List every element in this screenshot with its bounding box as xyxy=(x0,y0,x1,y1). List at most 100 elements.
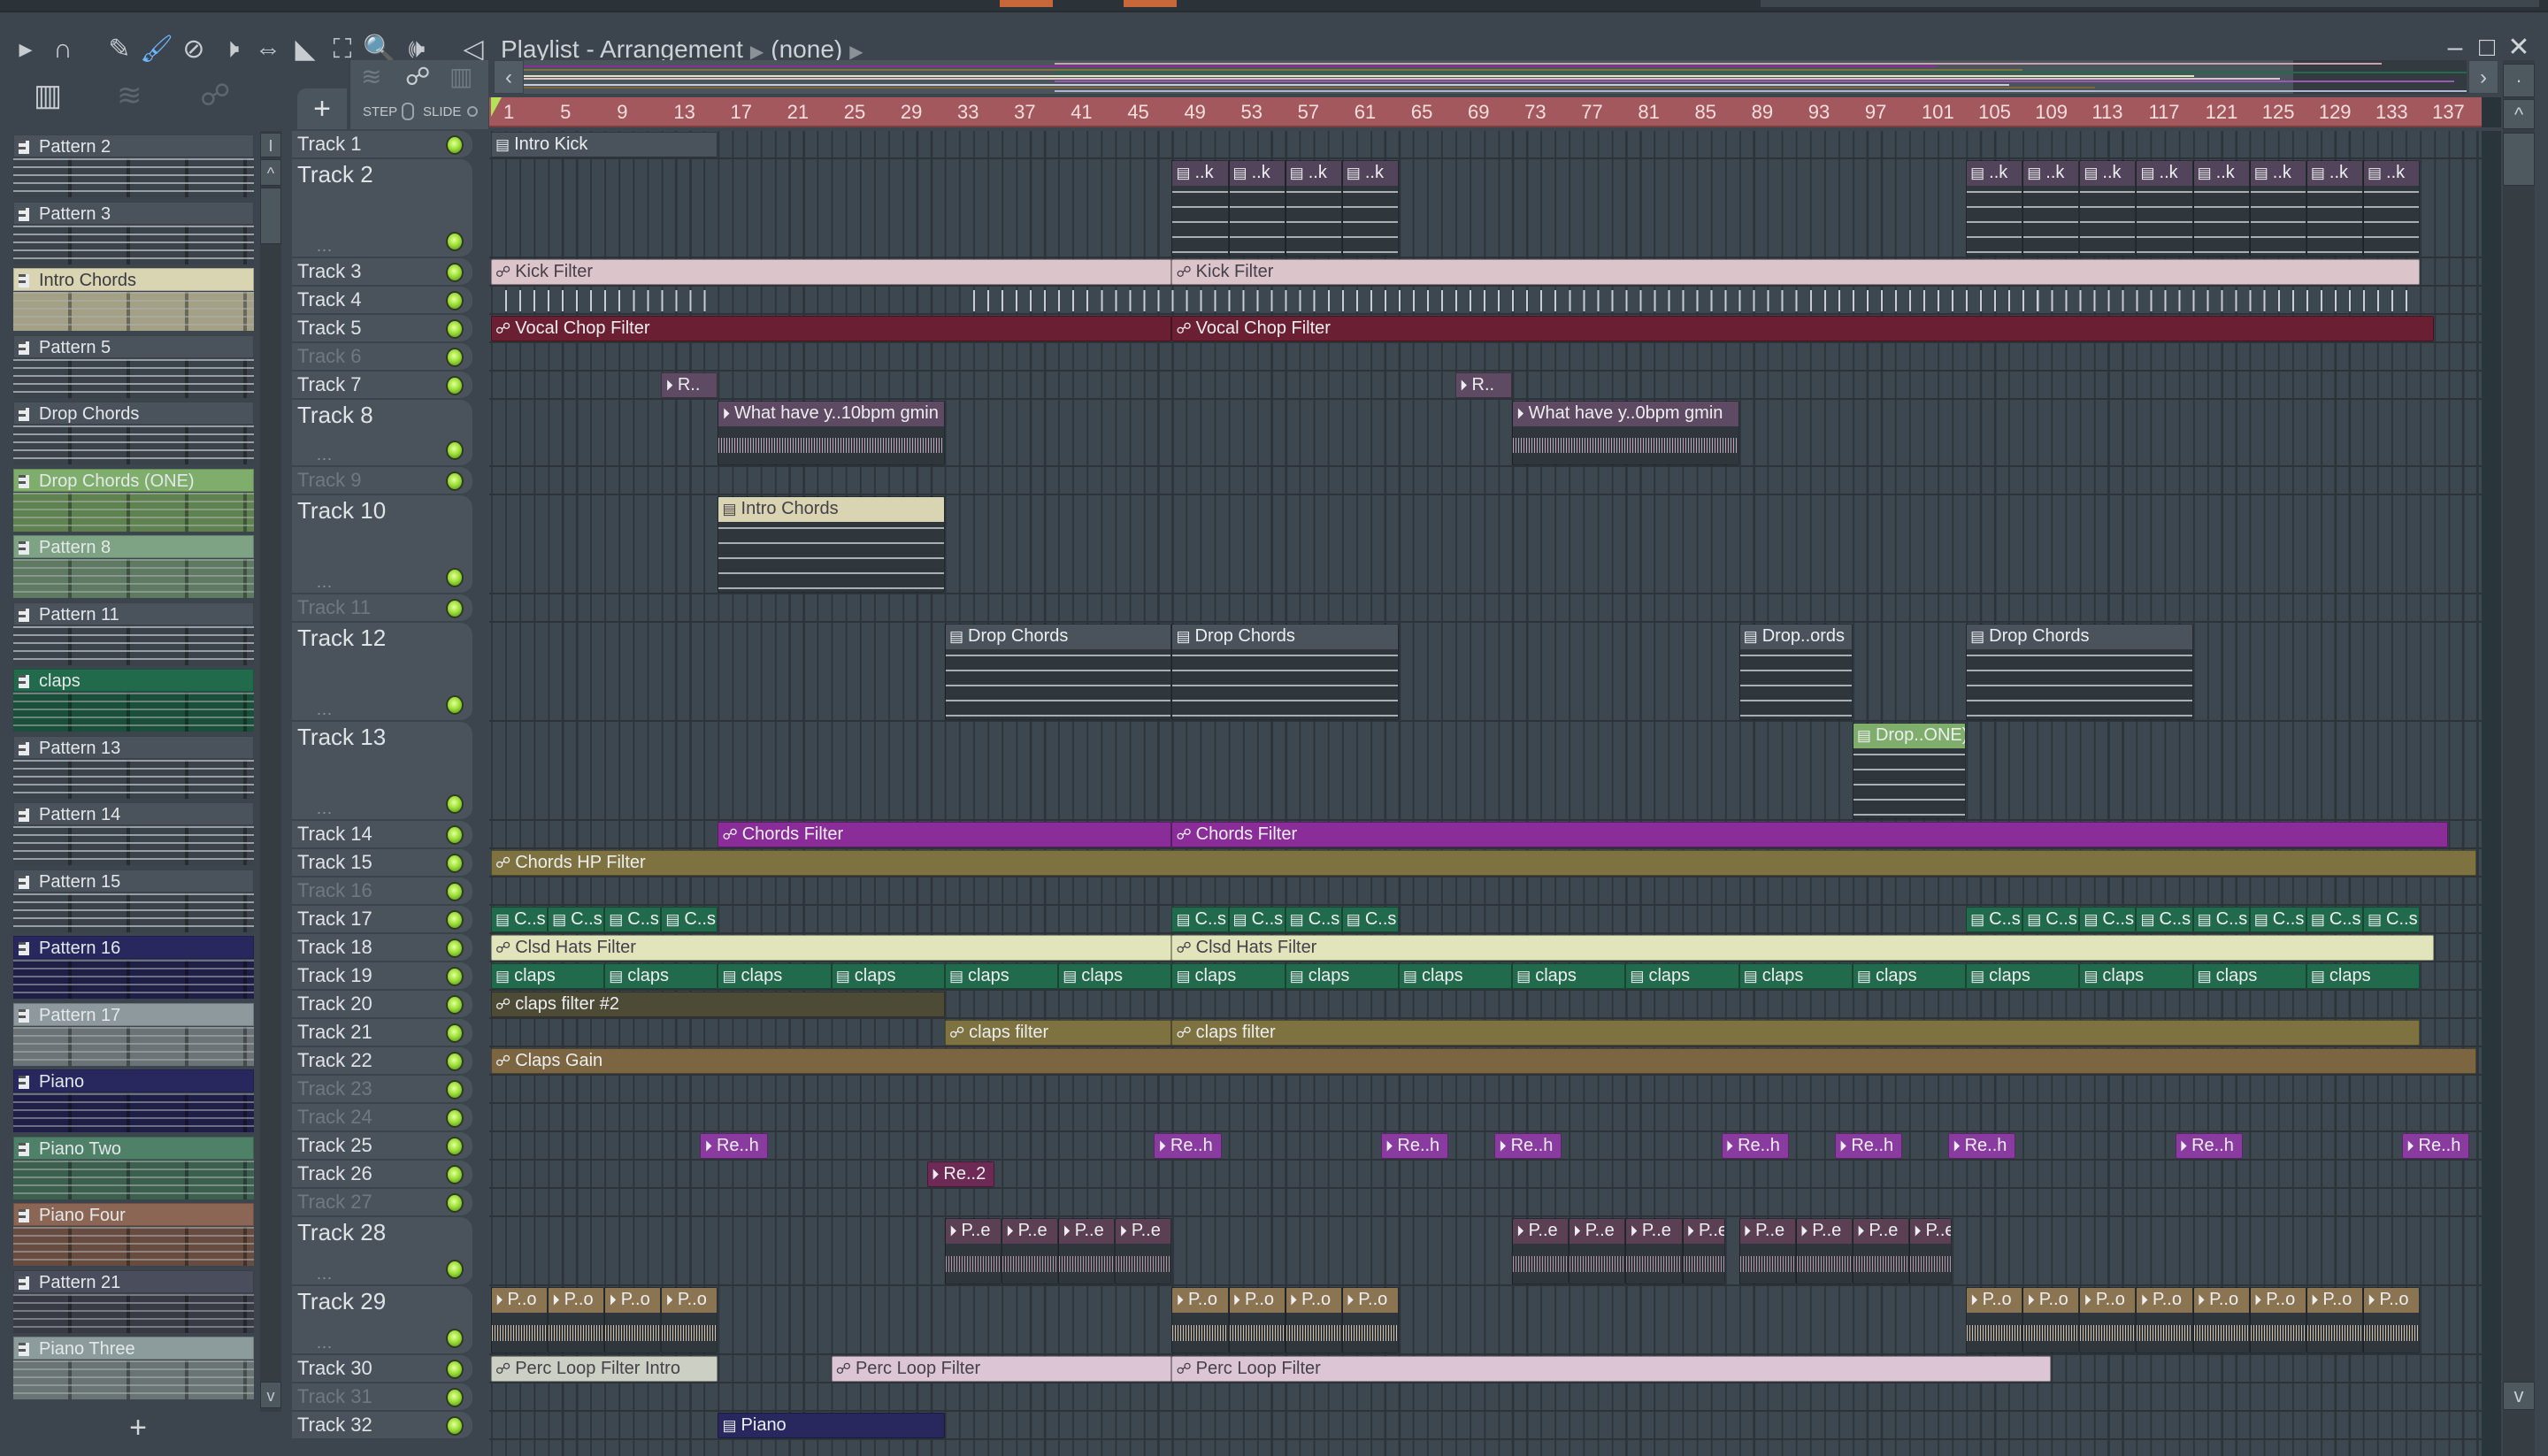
pattern-list-scrollbar[interactable]: I ^ v xyxy=(260,131,281,1412)
track-header[interactable]: Track 18 xyxy=(292,934,472,962)
audio-clip[interactable]: ⏵P..e xyxy=(1795,1218,1853,1284)
pattern-list-item[interactable]: Pattern 2 xyxy=(13,134,254,198)
pattern-clip[interactable]: ▤ ..k xyxy=(2192,160,2250,257)
pattern-clip[interactable]: ▤ C..s xyxy=(2136,907,2193,932)
pattern-header[interactable]: Pattern 11 xyxy=(13,602,254,625)
step-toggle[interactable] xyxy=(402,103,414,120)
track-header[interactable]: Track 11 xyxy=(292,594,472,623)
track-options-icon[interactable]: ... xyxy=(317,1334,333,1353)
track-header[interactable]: Track 30 xyxy=(292,1355,472,1383)
track-enable-led[interactable] xyxy=(446,794,464,814)
track-name[interactable]: Track 27 xyxy=(297,1191,372,1214)
automation-clip[interactable]: ☍ claps filter xyxy=(944,1020,1172,1046)
track-name[interactable]: Track 1 xyxy=(297,133,362,156)
track-enable-led[interactable] xyxy=(446,1360,464,1379)
track-enable-led[interactable] xyxy=(446,1260,464,1279)
audio-clip[interactable]: ⏵ Re..h xyxy=(1154,1133,1222,1159)
audio-clip[interactable]: ⏵ P..o xyxy=(1341,1287,1399,1353)
track-name[interactable]: Track 12 xyxy=(297,626,386,649)
track-header[interactable]: Track 10... xyxy=(292,495,472,594)
track-options-icon[interactable]: ... xyxy=(317,446,333,464)
track-enable-led[interactable] xyxy=(446,882,464,901)
audio-clip[interactable]: ⏵ P..o xyxy=(2136,1287,2193,1353)
automation-clip[interactable]: ☍ Chords Filter xyxy=(1171,822,2449,847)
track-name[interactable]: Track 6 xyxy=(297,345,362,368)
track-header[interactable]: Track 27 xyxy=(292,1189,472,1217)
track-row[interactable] xyxy=(489,1217,2482,1286)
pattern-list-item[interactable]: Pattern 8 xyxy=(13,535,254,599)
pattern-list-item[interactable]: Piano Four xyxy=(13,1203,254,1267)
scroll-right-button[interactable]: › xyxy=(2468,60,2498,94)
pattern-clip[interactable]: ▤ claps xyxy=(1625,963,1739,989)
pattern-header[interactable]: Piano Three xyxy=(13,1337,254,1360)
track-enable-led[interactable] xyxy=(446,319,464,339)
vertical-scrollbar[interactable]: · ^ v xyxy=(2503,60,2535,1456)
audio-clip[interactable]: ⏵ Re..2 xyxy=(926,1161,995,1187)
track-row[interactable] xyxy=(489,1189,2482,1217)
audio-clip[interactable]: ⏵P..e xyxy=(1002,1218,1059,1284)
automation-ticks[interactable] xyxy=(973,290,2421,311)
audio-clip[interactable]: ⏵P..e xyxy=(1682,1218,1725,1284)
automation-clip[interactable]: ☍ Perc Loop Filter Intro xyxy=(491,1356,718,1382)
automation-icon[interactable]: ☍ xyxy=(200,78,230,113)
track-options-icon[interactable]: ... xyxy=(317,237,333,256)
track-header[interactable]: Track 15 xyxy=(292,849,472,877)
audio-clip[interactable]: ⏵ P..o xyxy=(2306,1287,2363,1353)
pattern-clip[interactable]: ▤ Intro Chords xyxy=(718,496,945,593)
pattern-clip[interactable]: ▤ claps xyxy=(604,963,718,989)
automation-clip[interactable]: ☍ claps filter xyxy=(1171,1020,2421,1046)
minimize-button[interactable]: – xyxy=(2440,32,2470,64)
pattern-header[interactable]: Piano Four xyxy=(13,1203,254,1226)
track-header[interactable]: Track 13... xyxy=(292,722,472,821)
add-track-button[interactable]: + xyxy=(297,88,347,129)
pattern-clip[interactable]: ▤ Drop Chords xyxy=(944,624,1172,720)
track-options-icon[interactable]: ... xyxy=(317,573,333,592)
audio-clip[interactable]: ⏵P..e xyxy=(1909,1218,1953,1284)
pattern-clip[interactable]: ▤ C..s xyxy=(2362,907,2421,932)
pattern-clip[interactable]: ▤ claps xyxy=(491,963,605,989)
pattern-clip[interactable]: ▤ claps xyxy=(1738,963,1853,989)
automation-clip[interactable]: ☍ Kick Filter xyxy=(491,259,1172,285)
track-enable-led[interactable] xyxy=(446,599,464,618)
scroll-down-button[interactable]: v xyxy=(260,1382,281,1408)
automation-clip[interactable]: ☍ Perc Loop Filter xyxy=(831,1356,1172,1382)
pattern-clip[interactable]: ▤ claps xyxy=(2192,963,2306,989)
pattern-header[interactable]: Pattern 15 xyxy=(13,869,254,893)
pattern-header[interactable]: Pattern 17 xyxy=(13,1002,254,1026)
scroll-down-button[interactable]: v xyxy=(2503,1382,2535,1410)
track-header[interactable]: Track 12... xyxy=(292,623,472,722)
pattern-clip[interactable]: ▤ ..k xyxy=(2136,160,2193,257)
audio-clip[interactable]: ⏵ P..o xyxy=(2362,1287,2421,1353)
timeline-ruler[interactable]: 1 5 9 13 17 21 25 29 33 37 41 45 49 53 57 61 65 69 73 77 81 8… xyxy=(489,97,2482,127)
pattern-header[interactable]: Piano xyxy=(13,1069,254,1092)
pattern-clip[interactable]: ▤ ..k xyxy=(1341,160,1399,257)
pattern-list-item[interactable]: claps xyxy=(13,669,254,732)
audio-clip[interactable]: ⏵P..e xyxy=(1625,1218,1683,1284)
pattern-clip[interactable]: ▤ claps xyxy=(2079,963,2193,989)
track-name[interactable]: Track 4 xyxy=(297,288,362,311)
pattern-clip[interactable]: ▤ ..k xyxy=(1228,160,1286,257)
pattern-clip[interactable]: ▤ C..s xyxy=(2249,907,2306,932)
track-header[interactable]: Track 29... xyxy=(292,1286,472,1355)
automation-clip[interactable]: ☍ Clsd Hats Filter xyxy=(491,935,1172,961)
track-enable-led[interactable] xyxy=(446,471,464,491)
track-enable-led[interactable] xyxy=(446,135,464,155)
pattern-clip[interactable]: ▤ C..s xyxy=(1285,907,1342,932)
audio-clip[interactable]: ⏵ Re..h xyxy=(1380,1133,1449,1159)
audio-clip[interactable]: ⏵ P..o xyxy=(2249,1287,2306,1353)
track-enable-led[interactable] xyxy=(446,995,464,1015)
audio-clip[interactable]: ⏵ Re..h xyxy=(1721,1133,1789,1159)
track-header[interactable]: Track 2... xyxy=(292,159,472,258)
arrangement-overview[interactable] xyxy=(524,60,2467,94)
audio-wave-icon[interactable]: ≋ xyxy=(361,62,381,91)
pattern-clip[interactable]: ▤ C..s xyxy=(1966,907,2023,932)
automation-clip[interactable]: ☍ Claps Gain xyxy=(491,1048,2477,1074)
track-header[interactable]: Track 14 xyxy=(292,821,472,849)
pattern-list-item[interactable]: Drop Chords (ONE) xyxy=(13,468,254,533)
pattern-header[interactable]: Drop Chords xyxy=(13,402,254,425)
pattern-clip[interactable]: ▤ ..k xyxy=(2306,160,2363,257)
pattern-list-item[interactable]: Pattern 13 xyxy=(13,735,254,800)
pattern-list-item[interactable]: Pattern 21 xyxy=(13,1269,254,1334)
track-name[interactable]: Track 15 xyxy=(297,851,372,874)
track-enable-led[interactable] xyxy=(446,1052,464,1071)
